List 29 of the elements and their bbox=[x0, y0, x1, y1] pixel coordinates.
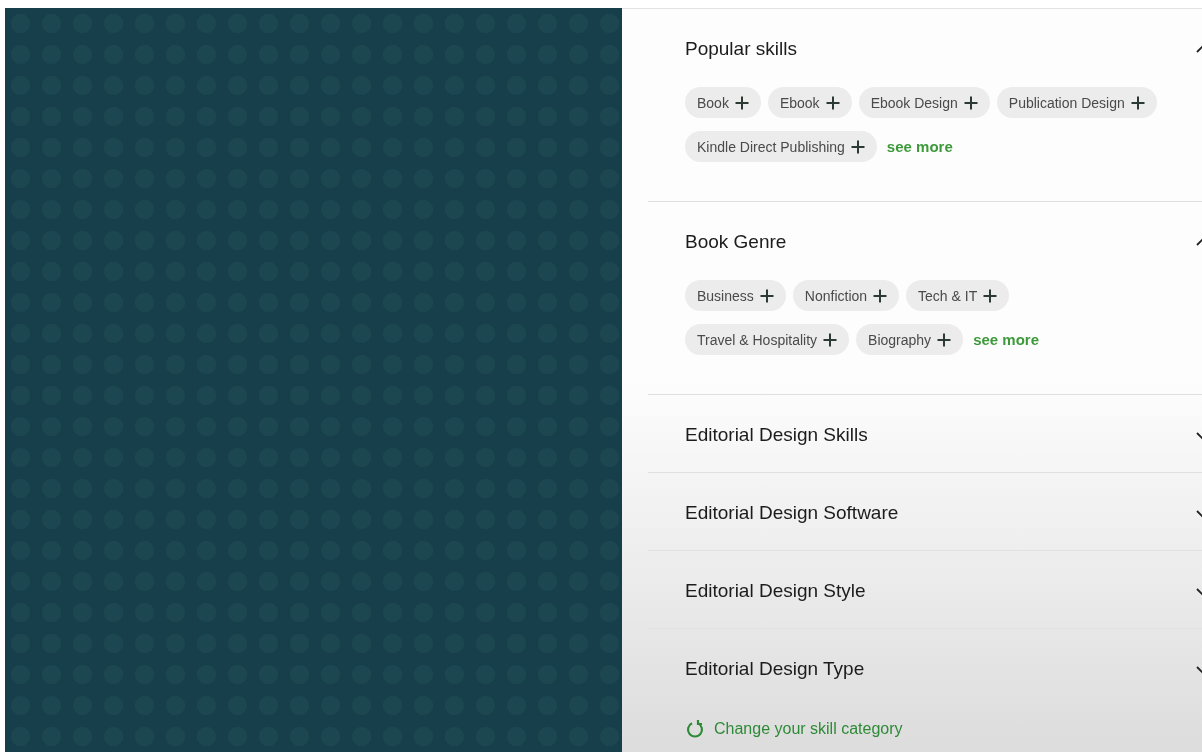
plus-icon bbox=[824, 94, 841, 111]
section-title: Popular skills bbox=[685, 38, 797, 60]
skill-chip[interactable]: Travel & Hospitality bbox=[685, 324, 850, 355]
section-title: Book Genre bbox=[685, 231, 787, 253]
plus-icon bbox=[733, 94, 750, 111]
section-title: Editorial Design Skills bbox=[685, 424, 868, 446]
skill-chip[interactable]: Ebook bbox=[767, 87, 852, 118]
section-title: Editorial Design Style bbox=[685, 580, 866, 602]
see-more-link[interactable]: see more bbox=[886, 138, 953, 155]
skill-chip[interactable]: Biography bbox=[856, 324, 964, 355]
plus-icon bbox=[758, 287, 775, 304]
section-title: Editorial Design Software bbox=[685, 502, 899, 524]
plus-icon bbox=[872, 287, 889, 304]
skill-chip[interactable]: Tech & IT bbox=[906, 280, 1010, 311]
plus-icon bbox=[962, 94, 979, 111]
skill-chip[interactable]: Business bbox=[685, 280, 786, 311]
plus-icon bbox=[822, 331, 839, 348]
skill-chip[interactable]: Ebook Design bbox=[858, 87, 990, 118]
plus-icon bbox=[982, 287, 999, 304]
skill-chip[interactable]: Nonfiction bbox=[792, 280, 900, 311]
plus-icon bbox=[849, 138, 866, 155]
refresh-icon bbox=[685, 719, 705, 739]
skill-chip[interactable]: Kindle Direct Publishing bbox=[685, 131, 877, 162]
skill-chip[interactable]: Book bbox=[685, 87, 761, 118]
skill-chip[interactable]: Publication Design bbox=[996, 87, 1157, 118]
see-more-link[interactable]: see more bbox=[973, 331, 1039, 348]
section-title: Editorial Design Type bbox=[685, 658, 865, 680]
plus-icon bbox=[1129, 94, 1146, 111]
plus-icon bbox=[936, 331, 953, 348]
